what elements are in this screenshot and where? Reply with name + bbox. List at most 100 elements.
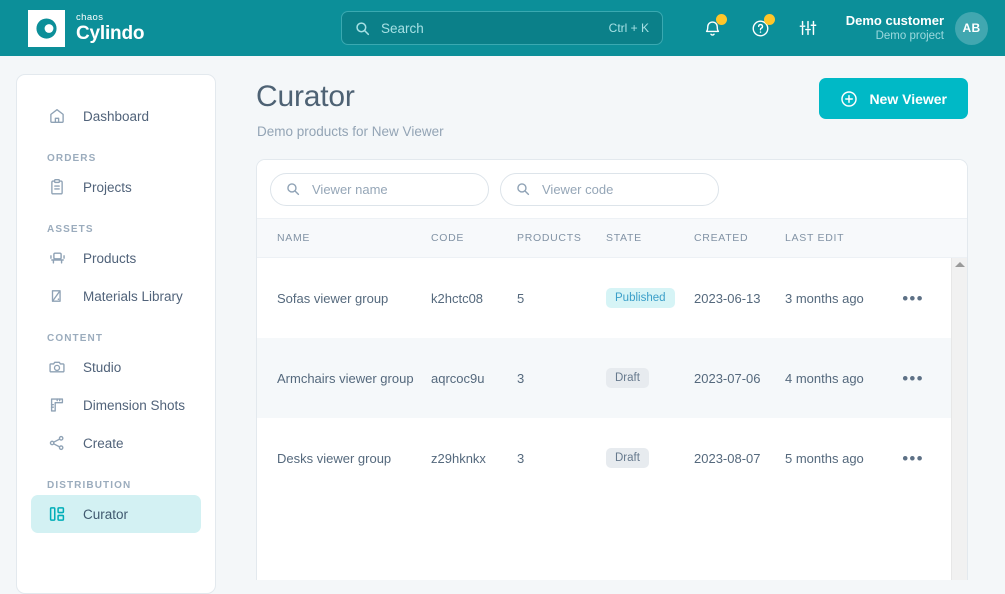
help-badge-dot — [764, 14, 775, 25]
cell-last-edit: 5 months ago — [785, 450, 864, 466]
cell-state: Published — [606, 287, 694, 309]
status-badge: Draft — [606, 447, 649, 469]
more-options-icon: ••• — [902, 288, 924, 308]
sidebar-item-dashboard[interactable]: Dashboard — [31, 97, 201, 135]
row-actions-button[interactable]: ••• — [890, 450, 936, 467]
clipboard-icon — [47, 177, 67, 197]
search-icon — [355, 21, 370, 36]
viewer-name-search-input[interactable]: Viewer name — [270, 172, 489, 206]
logo-chaos-text: chaos — [76, 11, 104, 23]
table-row[interactable]: Sofas viewer group k2hctc08 5 Published … — [257, 258, 967, 338]
chair-icon — [47, 248, 67, 268]
sidebar-item-dimension-shots[interactable]: Dimension Shots — [31, 386, 201, 424]
cell-code: z29hknkx — [431, 450, 486, 466]
cell-state: Draft — [606, 367, 694, 389]
search-icon — [286, 182, 300, 196]
app-logo[interactable]: chaos Cylindo — [28, 9, 144, 47]
sidebar-section-orders: ORDERS — [47, 153, 97, 164]
sidebar-item-create[interactable]: Create — [31, 424, 201, 462]
sidebar-item-label: Dimension Shots — [83, 397, 186, 413]
table-row[interactable]: Desks viewer group z29hknkx 3 Draft 2023… — [257, 418, 967, 498]
sidebar-section-distribution: DISTRIBUTION — [47, 480, 132, 491]
notification-badge-dot — [716, 14, 727, 25]
row-actions-button[interactable]: ••• — [890, 370, 936, 387]
topbar-icon-group — [700, 0, 820, 56]
more-options-icon: ••• — [902, 448, 924, 468]
help-button[interactable] — [748, 14, 775, 40]
new-viewer-button-label: New Viewer — [869, 90, 947, 107]
account-project-name: Demo project — [875, 29, 944, 42]
cell-name: Desks viewer group — [277, 450, 392, 466]
table-row[interactable]: Armchairs viewer group aqrcoc9u 3 Draft … — [257, 338, 967, 418]
global-search-input[interactable]: Search Ctrl + K — [341, 11, 663, 45]
top-bar: chaos Cylindo Search Ctrl + K Demo custo… — [0, 0, 1005, 56]
cell-name: Sofas viewer group — [277, 290, 389, 306]
viewers-card: Viewer name Viewer code NAME CODE PRODUC… — [256, 159, 968, 580]
viewer-code-placeholder: Viewer code — [542, 181, 614, 197]
sidebar-item-studio[interactable]: Studio — [31, 348, 201, 386]
column-header-name: NAME — [277, 232, 311, 244]
camera-icon — [47, 357, 67, 377]
cell-created: 2023-08-07 — [694, 450, 761, 466]
search-shortcut-hint: Ctrl + K — [608, 21, 649, 35]
account-menu[interactable]: Demo customer Demo project AB — [846, 0, 988, 56]
account-customer-name: Demo customer — [845, 12, 944, 28]
cylindo-logo-icon — [28, 9, 65, 47]
ruler-icon — [47, 395, 67, 415]
sidebar-item-materials-library[interactable]: Materials Library — [31, 277, 201, 315]
settings-sliders-button[interactable] — [796, 16, 820, 40]
sidebar-item-label: Studio — [83, 359, 122, 375]
viewer-code-search-input[interactable]: Viewer code — [500, 172, 719, 206]
layout-grid-icon — [47, 504, 67, 524]
home-icon — [47, 106, 67, 126]
cell-created: 2023-06-13 — [694, 290, 761, 306]
cell-last-edit: 4 months ago — [785, 370, 864, 386]
scroll-up-arrow-icon[interactable] — [954, 262, 965, 267]
sidebar-item-projects[interactable]: Projects — [31, 168, 201, 206]
sidebar-item-label: Dashboard — [83, 108, 150, 124]
cell-name: Armchairs viewer group — [277, 370, 414, 386]
sidebar: Dashboard ORDERS Projects ASSETS Product… — [16, 74, 216, 594]
new-viewer-button[interactable]: New Viewer — [819, 78, 968, 119]
table-header-row: NAME CODE PRODUCTS STATE CREATED LAST ED… — [257, 218, 967, 258]
notifications-button[interactable] — [700, 14, 727, 40]
sidebar-item-label: Create — [83, 435, 124, 451]
cell-products: 5 — [517, 290, 525, 306]
cell-products: 3 — [517, 450, 525, 466]
main-content: Curator Demo products for New Viewer New… — [232, 56, 1005, 580]
sidebar-item-products[interactable]: Products — [31, 239, 201, 277]
cell-state: Draft — [606, 447, 694, 469]
status-badge: Published — [606, 287, 675, 309]
sidebar-item-label: Materials Library — [83, 288, 183, 304]
sidebar-section-assets: ASSETS — [47, 224, 94, 235]
more-options-icon: ••• — [902, 368, 924, 388]
row-actions-button[interactable]: ••• — [890, 290, 936, 307]
sidebar-item-label: Products — [83, 250, 137, 266]
cell-products: 3 — [517, 370, 525, 386]
filter-bar: Viewer name Viewer code — [257, 160, 967, 218]
status-badge: Draft — [606, 367, 649, 389]
column-header-last-edit: LAST EDIT — [785, 232, 845, 244]
sidebar-item-curator[interactable]: Curator — [31, 495, 201, 533]
search-placeholder: Search — [381, 20, 424, 36]
viewer-name-placeholder: Viewer name — [312, 181, 388, 197]
sidebar-item-label: Projects — [83, 179, 132, 195]
plus-circle-icon — [840, 90, 858, 108]
table-scrollbar[interactable] — [951, 258, 967, 580]
cell-last-edit: 3 months ago — [785, 290, 864, 306]
sidebar-item-label: Curator — [83, 506, 129, 522]
search-icon — [516, 182, 530, 196]
sidebar-section-content: CONTENT — [47, 333, 104, 344]
column-header-products: PRODUCTS — [517, 232, 582, 244]
cell-created: 2023-07-06 — [694, 370, 761, 386]
column-header-state: STATE — [606, 232, 642, 244]
table-body: Sofas viewer group k2hctc08 5 Published … — [257, 258, 967, 580]
account-text: Demo customer Demo project — [846, 13, 944, 44]
avatar[interactable]: AB — [955, 11, 988, 45]
page-subtitle: Demo products for New Viewer — [257, 124, 444, 139]
material-swatch-icon — [47, 286, 67, 306]
cell-code: k2hctc08 — [431, 290, 484, 306]
share-icon — [47, 433, 67, 453]
column-header-code: CODE — [431, 232, 465, 244]
cell-code: aqrcoc9u — [431, 370, 485, 386]
